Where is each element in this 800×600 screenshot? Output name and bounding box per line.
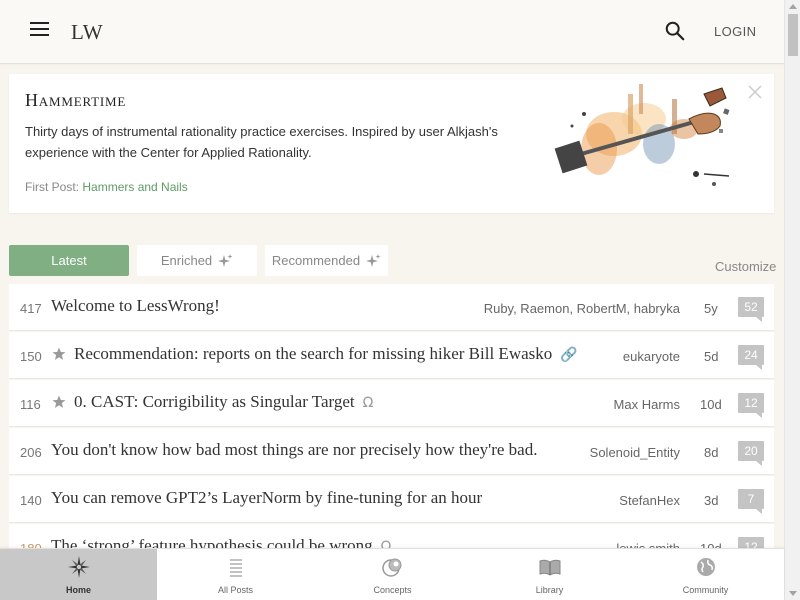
comment-count-badge[interactable]: 24 (738, 345, 764, 370)
concepts-icon (381, 558, 401, 577)
nav-community[interactable]: Community (627, 549, 784, 600)
post-item[interactable]: 206 You don't know how bad most things a… (9, 428, 774, 475)
star-icon (52, 347, 66, 360)
nav-community-label: Community (682, 585, 729, 595)
search-icon[interactable] (664, 20, 686, 42)
post-age: 5y (704, 301, 718, 316)
compass-rose-icon (67, 556, 90, 578)
nav-home-label: Home (65, 585, 91, 595)
login-button[interactable]: LOGIN (714, 24, 756, 39)
list-icon (229, 559, 242, 577)
top-app-bar: LW LOGIN (0, 0, 784, 64)
omega-icon: Ω (362, 395, 374, 411)
spotlight-title[interactable]: Hammertime (25, 90, 126, 111)
post-authors[interactable]: eukaryote (623, 349, 680, 364)
bottom-navigation: Home All Posts Concepts Library Communit… (0, 548, 784, 600)
post-title-text[interactable]: Recommendation: reports on the search fo… (74, 344, 552, 363)
post-karma: 116 (20, 397, 41, 412)
post-karma: 206 (20, 445, 42, 460)
post-title-text[interactable]: You don't know how bad most things are n… (51, 440, 537, 459)
sparkle-icon (218, 253, 233, 267)
nav-all-posts-label: All Posts (217, 585, 253, 595)
globe-icon (696, 558, 715, 576)
post-authors[interactable]: Max Harms (614, 397, 680, 412)
tab-latest-label: Latest (51, 253, 87, 268)
post-title[interactable]: 0. CAST: Corrigibility as Singular Targe… (74, 392, 373, 412)
hammer-illustration (554, 84, 730, 186)
comment-count-badge[interactable]: 20 (738, 441, 764, 466)
first-post-link[interactable]: Hammers and Nails (82, 180, 187, 194)
comment-count-badge[interactable]: 7 (738, 489, 764, 514)
tab-enriched[interactable]: Enriched (137, 245, 257, 276)
post-title-text[interactable]: Welcome to LessWrong! (51, 296, 220, 315)
post-age: 5d (704, 349, 719, 364)
post-item[interactable]: 417 Welcome to LessWrong! Ruby, Raemon, … (9, 284, 774, 331)
tab-latest[interactable]: Latest (9, 245, 129, 276)
first-post-prefix: First Post: (25, 180, 80, 194)
spotlight-first-post: First Post: Hammers and Nails (25, 180, 188, 194)
post-item[interactable]: 140 You can remove GPT2’s LayerNorm by f… (9, 476, 774, 523)
nav-library[interactable]: Library (471, 549, 628, 600)
nav-library-label: Library (535, 585, 564, 595)
site-logo[interactable]: LW (71, 20, 103, 45)
post-age: 10d (700, 397, 722, 412)
menu-icon[interactable] (30, 22, 50, 40)
scroll-thumb[interactable] (788, 14, 798, 56)
post-authors[interactable]: StefanHex (619, 493, 680, 508)
post-title[interactable]: Recommendation: reports on the search fo… (74, 344, 578, 364)
comment-count-badge[interactable]: 52 (738, 297, 764, 322)
post-authors[interactable]: Ruby, Raemon, RobertM, habryka (484, 301, 680, 316)
tab-enriched-label: Enriched (160, 253, 213, 268)
post-age: 3d (704, 493, 719, 508)
nav-concepts[interactable]: Concepts (314, 549, 471, 600)
spotlight-card: Hammertime Thirty days of instrumental r… (9, 74, 774, 213)
comment-count-badge[interactable]: 12 (738, 393, 764, 418)
nav-all-posts[interactable]: All Posts (157, 549, 314, 600)
post-karma: 417 (20, 301, 42, 316)
nav-home[interactable]: Home (0, 549, 157, 600)
book-icon (539, 559, 560, 576)
post-title-text[interactable]: You can remove GPT2’s LayerNorm by fine-… (51, 488, 482, 507)
post-karma: 140 (20, 493, 42, 508)
scroll-down-arrow-icon[interactable] (789, 591, 797, 596)
post-item[interactable]: 116 0. CAST: Corrigibility as Singular T… (9, 380, 774, 427)
post-title[interactable]: You don't know how bad most things are n… (51, 440, 537, 460)
tab-recommended[interactable]: Recommended (265, 245, 388, 276)
post-karma: 150 (20, 349, 42, 364)
close-icon[interactable] (745, 82, 765, 102)
post-title[interactable]: Welcome to LessWrong! (51, 296, 220, 316)
post-title[interactable]: You can remove GPT2’s LayerNorm by fine-… (51, 488, 482, 508)
post-title-text[interactable]: 0. CAST: Corrigibility as Singular Targe… (74, 392, 355, 411)
scroll-up-arrow-icon[interactable] (789, 4, 797, 9)
nav-concepts-label: Concepts (373, 585, 412, 595)
link-icon: 🔗 (560, 347, 578, 363)
star-icon (52, 395, 66, 408)
post-age: 8d (704, 445, 719, 460)
spotlight-description: Thirty days of instrumental rationality … (25, 124, 498, 160)
tab-recommended-label: Recommended (271, 253, 361, 268)
post-authors[interactable]: Solenoid_Entity (590, 445, 680, 460)
page-scrollbar[interactable] (784, 0, 800, 600)
post-item[interactable]: 150 Recommendation: reports on the searc… (9, 332, 774, 379)
sparkle-icon (366, 253, 381, 267)
customize-button[interactable]: Customize (715, 259, 776, 274)
